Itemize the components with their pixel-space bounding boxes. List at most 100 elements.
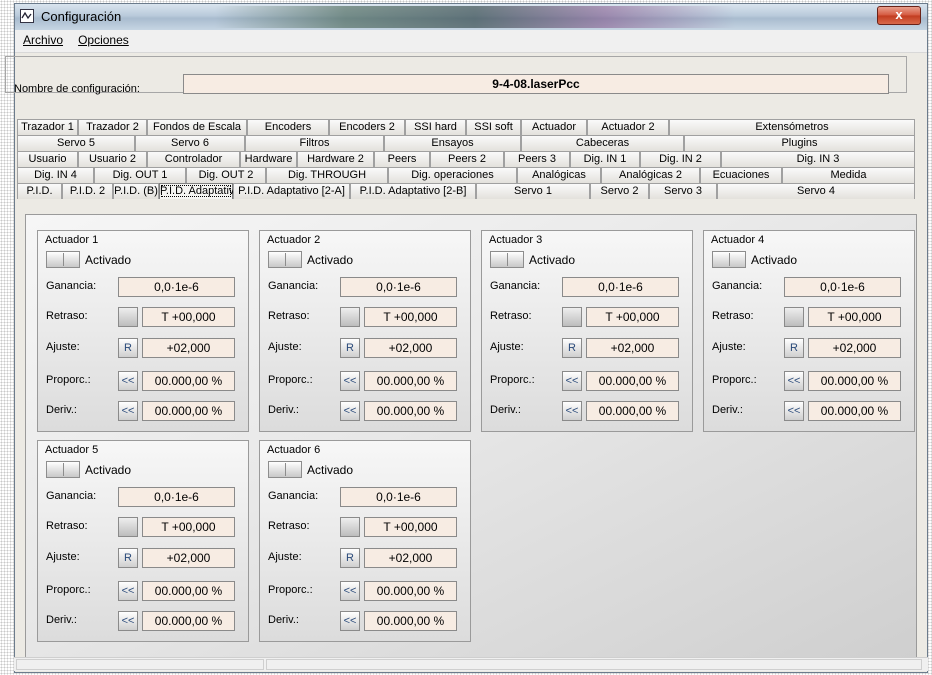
config-name-field[interactable]: 9-4-08.laserPcc xyxy=(183,74,889,94)
tab-actuador-2[interactable]: Actuador 2 xyxy=(587,119,669,135)
tab-ssi-hard[interactable]: SSI hard xyxy=(405,119,466,135)
proporc-field[interactable]: 00.000,00 % xyxy=(364,581,457,601)
tab-controlador[interactable]: Controlador xyxy=(147,151,240,167)
tab-usuario[interactable]: Usuario xyxy=(17,151,78,167)
activado-toggle[interactable] xyxy=(46,251,80,268)
tab-servo-3[interactable]: Servo 3 xyxy=(649,183,717,199)
proporc-shift-button[interactable]: << xyxy=(340,581,360,601)
retraso-field[interactable]: T +00,000 xyxy=(586,307,679,327)
retraso-toggle-button[interactable] xyxy=(340,517,360,537)
tab-dig-in-3[interactable]: Dig. IN 3 xyxy=(721,151,915,167)
tab-dig-through[interactable]: Dig. THROUGH xyxy=(266,167,388,183)
tab-peers[interactable]: Peers xyxy=(374,151,430,167)
ajuste-field[interactable]: +02,000 xyxy=(364,548,457,568)
tab-p-i-d-2[interactable]: P.I.D. 2 xyxy=(62,183,113,199)
tab-analógicas[interactable]: Analógicas xyxy=(517,167,601,183)
tab-trazador-1[interactable]: Trazador 1 xyxy=(17,119,78,135)
tab-servo-4[interactable]: Servo 4 xyxy=(717,183,915,199)
proporc-shift-button[interactable]: << xyxy=(784,371,804,391)
proporc-shift-button[interactable]: << xyxy=(562,371,582,391)
tab-p-i-d-adaptativo-2-a[interactable]: P.I.D. Adaptativo [2-A] xyxy=(233,183,350,199)
ajuste-field[interactable]: +02,000 xyxy=(364,338,457,358)
ajuste-field[interactable]: +02,000 xyxy=(808,338,901,358)
tab-encoders[interactable]: Encoders xyxy=(247,119,329,135)
tab-actuador[interactable]: Actuador xyxy=(521,119,587,135)
deriv-field[interactable]: 00.000,00 % xyxy=(364,611,457,631)
proporc-field[interactable]: 00.000,00 % xyxy=(586,371,679,391)
deriv-shift-button[interactable]: << xyxy=(784,401,804,421)
ganancia-field[interactable]: 0,0·1e-6 xyxy=(340,277,457,297)
deriv-field[interactable]: 00.000,00 % xyxy=(586,401,679,421)
deriv-shift-button[interactable]: << xyxy=(118,611,138,631)
retraso-toggle-button[interactable] xyxy=(340,307,360,327)
menu-opciones[interactable]: Opciones xyxy=(74,33,133,47)
ganancia-field[interactable]: 0,0·1e-6 xyxy=(118,277,235,297)
tab-analógicas-2[interactable]: Analógicas 2 xyxy=(601,167,700,183)
retraso-field[interactable]: T +00,000 xyxy=(142,307,235,327)
deriv-field[interactable]: 00.000,00 % xyxy=(808,401,901,421)
retraso-toggle-button[interactable] xyxy=(118,517,138,537)
close-button[interactable]: x xyxy=(877,6,921,25)
ganancia-field[interactable]: 0,0·1e-6 xyxy=(562,277,679,297)
tab-hardware-2[interactable]: Hardware 2 xyxy=(297,151,374,167)
tab-dig-out-1[interactable]: Dig. OUT 1 xyxy=(94,167,186,183)
ajuste-reset-button[interactable]: R xyxy=(340,338,360,358)
ganancia-field[interactable]: 0,0·1e-6 xyxy=(784,277,901,297)
activado-toggle[interactable] xyxy=(490,251,524,268)
tab-dig-out-2[interactable]: Dig. OUT 2 xyxy=(186,167,266,183)
tab-peers-2[interactable]: Peers 2 xyxy=(430,151,504,167)
tab-p-i-d-b[interactable]: P.I.D. (B) xyxy=(113,183,159,199)
deriv-field[interactable]: 00.000,00 % xyxy=(142,611,235,631)
tab-p-i-d-adaptativo[interactable]: P.I.D. Adaptativo xyxy=(159,183,241,199)
tab-servo-5[interactable]: Servo 5 xyxy=(17,135,135,151)
ajuste-reset-button[interactable]: R xyxy=(118,338,138,358)
deriv-shift-button[interactable]: << xyxy=(118,401,138,421)
proporc-shift-button[interactable]: << xyxy=(118,371,138,391)
deriv-field[interactable]: 00.000,00 % xyxy=(142,401,235,421)
tab-dig-operaciones[interactable]: Dig. operaciones xyxy=(388,167,517,183)
tab-usuario-2[interactable]: Usuario 2 xyxy=(78,151,147,167)
retraso-toggle-button[interactable] xyxy=(118,307,138,327)
tab-fondos-de-escala[interactable]: Fondos de Escala xyxy=(147,119,247,135)
tab-servo-2[interactable]: Servo 2 xyxy=(590,183,649,199)
activado-toggle[interactable] xyxy=(268,461,302,478)
proporc-shift-button[interactable]: << xyxy=(118,581,138,601)
activado-toggle[interactable] xyxy=(268,251,302,268)
tab-p-i-d-adaptativo-2-b[interactable]: P.I.D. Adaptativo [2-B] xyxy=(350,183,476,199)
ajuste-reset-button[interactable]: R xyxy=(118,548,138,568)
title-bar[interactable]: Configuración x xyxy=(15,4,927,30)
deriv-shift-button[interactable]: << xyxy=(562,401,582,421)
ganancia-field[interactable]: 0,0·1e-6 xyxy=(340,487,457,507)
tab-extensómetros[interactable]: Extensómetros xyxy=(669,119,915,135)
retraso-field[interactable]: T +00,000 xyxy=(364,517,457,537)
ajuste-field[interactable]: +02,000 xyxy=(586,338,679,358)
retraso-field[interactable]: T +00,000 xyxy=(808,307,901,327)
activado-toggle[interactable] xyxy=(712,251,746,268)
deriv-shift-button[interactable]: << xyxy=(340,401,360,421)
tab-p-i-d[interactable]: P.I.D. xyxy=(17,183,62,199)
tab-hardware[interactable]: Hardware xyxy=(240,151,297,167)
retraso-toggle-button[interactable] xyxy=(562,307,582,327)
tab-encoders-2[interactable]: Encoders 2 xyxy=(329,119,405,135)
tab-servo-1[interactable]: Servo 1 xyxy=(476,183,590,199)
tab-filtros[interactable]: Filtros xyxy=(245,135,384,151)
proporc-shift-button[interactable]: << xyxy=(340,371,360,391)
tab-dig-in-2[interactable]: Dig. IN 2 xyxy=(640,151,721,167)
tab-trazador-2[interactable]: Trazador 2 xyxy=(78,119,147,135)
tab-medida[interactable]: Medida xyxy=(782,167,915,183)
proporc-field[interactable]: 00.000,00 % xyxy=(808,371,901,391)
retraso-field[interactable]: T +00,000 xyxy=(364,307,457,327)
tab-dig-in-4[interactable]: Dig. IN 4 xyxy=(17,167,94,183)
ganancia-field[interactable]: 0,0·1e-6 xyxy=(118,487,235,507)
tab-cabeceras[interactable]: Cabeceras xyxy=(521,135,684,151)
deriv-shift-button[interactable]: << xyxy=(340,611,360,631)
ajuste-reset-button[interactable]: R xyxy=(340,548,360,568)
tab-ecuaciones[interactable]: Ecuaciones xyxy=(700,167,782,183)
ajuste-reset-button[interactable]: R xyxy=(784,338,804,358)
tab-ensayos[interactable]: Ensayos xyxy=(384,135,521,151)
ajuste-field[interactable]: +02,000 xyxy=(142,338,235,358)
proporc-field[interactable]: 00.000,00 % xyxy=(142,371,235,391)
ajuste-reset-button[interactable]: R xyxy=(562,338,582,358)
menu-archivo[interactable]: Archivo xyxy=(19,33,67,47)
ajuste-field[interactable]: +02,000 xyxy=(142,548,235,568)
